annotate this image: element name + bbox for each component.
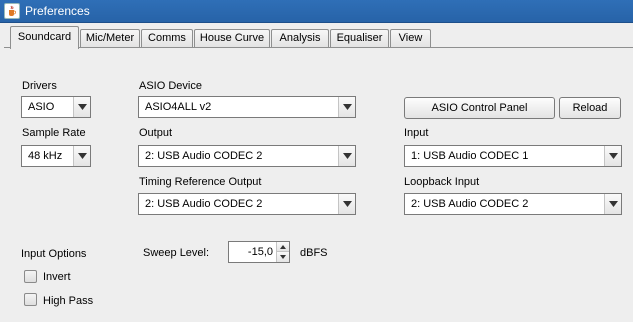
window-title: Preferences — [25, 4, 90, 18]
input-combo[interactable]: 1: USB Audio CODEC 1 — [404, 145, 622, 167]
tab-mic-meter[interactable]: Mic/Meter — [80, 29, 140, 48]
asio-device-value: ASIO4ALL v2 — [145, 101, 212, 113]
loopback-input-combo[interactable]: 2: USB Audio CODEC 2 — [404, 193, 622, 215]
sample-rate-combo[interactable]: 48 kHz — [21, 145, 91, 167]
chevron-down-icon[interactable] — [604, 146, 621, 166]
sweep-level-unit: dBFS — [300, 247, 328, 259]
timing-reference-output-combo[interactable]: 2: USB Audio CODEC 2 — [138, 193, 356, 215]
invert-checkbox[interactable] — [24, 270, 37, 283]
tab-view[interactable]: View — [390, 29, 431, 48]
high-pass-checkbox[interactable] — [24, 293, 37, 306]
spinner-down-icon[interactable] — [277, 252, 289, 262]
chevron-down-icon[interactable] — [73, 97, 90, 117]
tab-comms[interactable]: Comms — [141, 29, 193, 48]
tab-divider — [4, 47, 633, 48]
loopback-input-label: Loopback Input — [404, 176, 480, 188]
drivers-value: ASIO — [28, 101, 55, 113]
sweep-level-label: Sweep Level: — [143, 247, 210, 259]
input-options-label: Input Options — [21, 248, 87, 260]
chevron-down-icon[interactable] — [338, 97, 355, 117]
asio-control-panel-button[interactable]: ASIO Control Panel — [404, 97, 555, 119]
spinner-arrows — [276, 242, 289, 262]
asio-device-combo[interactable]: ASIO4ALL v2 — [138, 96, 356, 118]
asio-device-label: ASIO Device — [139, 80, 202, 92]
tab-soundcard[interactable]: Soundcard — [10, 26, 79, 49]
title-bar: Preferences — [0, 0, 633, 23]
high-pass-label[interactable]: High Pass — [43, 295, 93, 307]
chevron-down-icon[interactable] — [604, 194, 621, 214]
spinner-up-icon[interactable] — [277, 242, 289, 252]
reload-button[interactable]: Reload — [559, 97, 621, 119]
output-value: 2: USB Audio CODEC 2 — [145, 150, 263, 162]
output-label: Output — [139, 127, 173, 139]
chevron-down-icon[interactable] — [338, 146, 355, 166]
sweep-level-spinner[interactable]: -15,0 — [228, 241, 290, 263]
input-value: 1: USB Audio CODEC 1 — [411, 150, 529, 162]
tab-house-curve[interactable]: House Curve — [194, 29, 270, 48]
sweep-level-value[interactable]: -15,0 — [248, 246, 273, 258]
drivers-combo[interactable]: ASIO — [21, 96, 91, 118]
tab-equaliser[interactable]: Equaliser — [330, 29, 389, 48]
tab-analysis[interactable]: Analysis — [271, 29, 329, 48]
sample-rate-value: 48 kHz — [28, 150, 63, 162]
invert-label[interactable]: Invert — [43, 271, 71, 283]
chevron-down-icon[interactable] — [73, 146, 90, 166]
tab-strip: Soundcard Mic/Meter Comms House Curve An… — [0, 23, 633, 49]
sample-rate-label: Sample Rate — [22, 127, 86, 139]
timing-reference-output-value: 2: USB Audio CODEC 2 — [145, 198, 263, 210]
loopback-input-value: 2: USB Audio CODEC 2 — [411, 198, 529, 210]
timing-reference-output-label: Timing Reference Output — [139, 176, 262, 188]
java-cup-icon — [4, 3, 20, 19]
input-label: Input — [404, 127, 429, 139]
chevron-down-icon[interactable] — [338, 194, 355, 214]
output-combo[interactable]: 2: USB Audio CODEC 2 — [138, 145, 356, 167]
drivers-label: Drivers — [22, 80, 57, 92]
